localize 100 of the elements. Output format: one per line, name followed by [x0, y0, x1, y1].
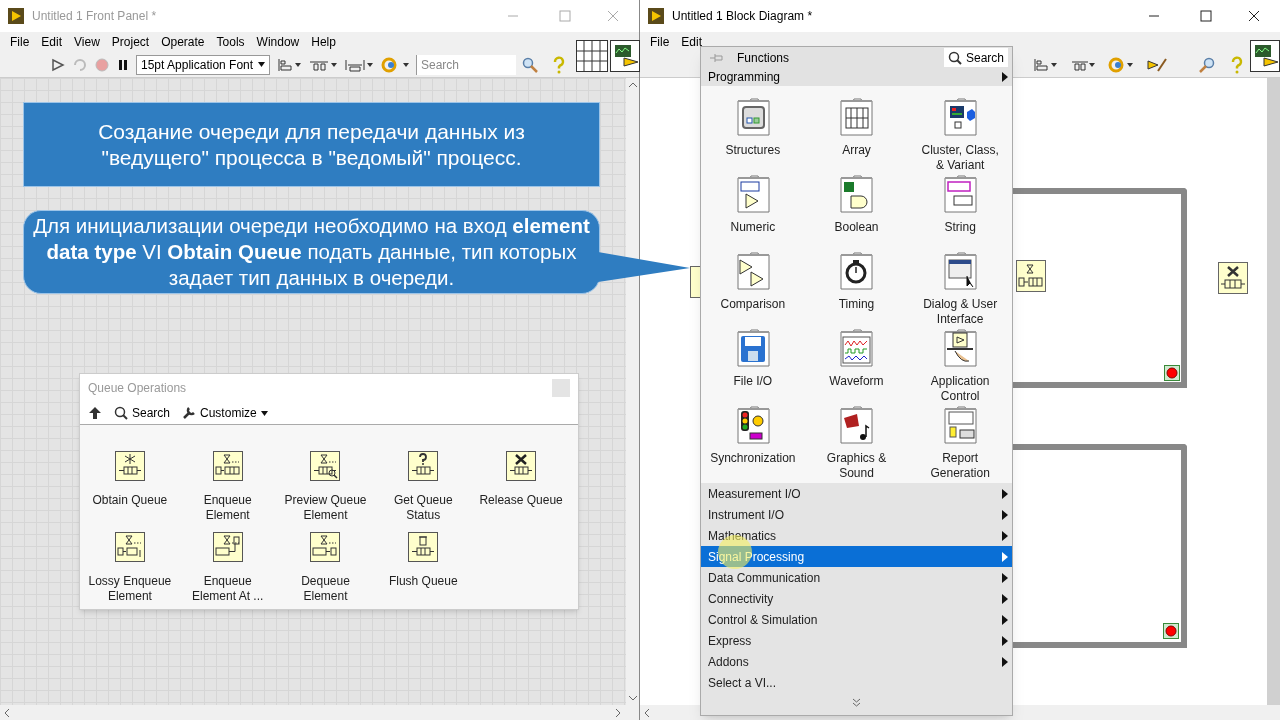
- caret-icon: [260, 409, 268, 416]
- palette-item-label[interactable]: Graphics & Sound: [812, 451, 901, 481]
- menu-item[interactable]: View: [68, 33, 106, 51]
- palette-title: Functions: [737, 49, 790, 67]
- scroll-right-icon[interactable]: [615, 708, 621, 717]
- caret-icon: [258, 62, 265, 67]
- dialog-window-icon[interactable]: [941, 252, 980, 290]
- double-chevron-down-icon[interactable]: [852, 698, 861, 707]
- connector-pane-icon[interactable]: [576, 40, 608, 72]
- hourglass-magnifier-icon[interactable]: [310, 451, 341, 481]
- palette-item-label[interactable]: Numeric: [708, 220, 797, 235]
- reorder-icon[interactable]: [380, 56, 410, 73]
- scroll-up-icon[interactable]: [628, 82, 637, 88]
- palette-menu-item[interactable]: Express: [701, 630, 1012, 651]
- menu-item[interactable]: Help: [305, 33, 342, 51]
- cross-queue-icon[interactable]: [506, 451, 537, 481]
- font-dropdown[interactable]: 15pt Application Font: [136, 54, 270, 75]
- stop-terminal-icon: [1164, 365, 1180, 381]
- category-header[interactable]: Programming: [701, 68, 1012, 86]
- music-note-icon[interactable]: [837, 406, 876, 444]
- hourglass-queue-icon[interactable]: [310, 532, 341, 562]
- window-title: Untitled 1 Front Panel *: [32, 8, 157, 25]
- palette-menu-item[interactable]: Instrument I/O: [701, 504, 1012, 525]
- palette-item-label[interactable]: Comparison: [708, 297, 797, 312]
- reorder-icon[interactable]: [1108, 56, 1134, 73]
- blocks-icon[interactable]: [941, 98, 980, 136]
- maximize-icon[interactable]: [1200, 10, 1212, 22]
- palette-item-label[interactable]: Flush Queue: [381, 574, 466, 589]
- stopwatch-icon[interactable]: [837, 252, 876, 290]
- palette-item-label[interactable]: Enqueue Element: [185, 493, 270, 523]
- menu-item[interactable]: Edit: [675, 33, 709, 51]
- palette-item-label[interactable]: Get Queue Status: [381, 493, 466, 523]
- menu-item[interactable]: File: [644, 33, 676, 51]
- scroll-left-icon[interactable]: [4, 708, 10, 717]
- run-arrow-icon[interactable]: [50, 56, 66, 73]
- menu-item[interactable]: File: [4, 33, 36, 51]
- vi-icon[interactable]: [610, 40, 640, 72]
- palette-item-label[interactable]: Dequeue Element: [283, 574, 368, 604]
- palette-title: Queue Operations: [88, 379, 187, 397]
- palette-item-label[interactable]: Boolean: [812, 220, 901, 235]
- palette-menu-item[interactable]: Addons: [701, 651, 1012, 672]
- search-icon[interactable]: [522, 56, 538, 73]
- palette-search-button[interactable]: Search: [943, 48, 1008, 67]
- palette-item-label[interactable]: Lossy Enqueue Element: [87, 574, 172, 604]
- palette-item-label[interactable]: Timing: [812, 297, 901, 312]
- window-title: Untitled 1 Block Diagram *: [672, 8, 813, 25]
- text-box-icon[interactable]: [941, 175, 980, 213]
- hourglass-queue-icon[interactable]: [212, 451, 243, 481]
- close-icon[interactable]: [1248, 10, 1260, 22]
- scrollbar-track[interactable]: [1267, 78, 1280, 705]
- search-icon: [114, 405, 128, 420]
- hourglass-queue-icon[interactable]: [114, 532, 145, 562]
- submenu-arrow-icon: [1002, 72, 1008, 82]
- palette-menu-item[interactable]: Connectivity: [701, 588, 1012, 609]
- menu-item[interactable]: Operate: [155, 33, 211, 51]
- app-logo-icon: [8, 8, 24, 24]
- palette-item-label[interactable]: Dialog & User Interface: [916, 297, 1005, 327]
- menu-item[interactable]: Tools: [210, 33, 251, 51]
- sparkle-queue-icon[interactable]: [114, 451, 145, 481]
- palette-item-label[interactable]: Synchronization: [708, 451, 797, 466]
- palette-item-label[interactable]: Preview Queue Element: [283, 493, 368, 523]
- menu-item[interactable]: Project: [105, 33, 156, 51]
- scroll-down-icon[interactable]: [628, 695, 637, 701]
- menu-item[interactable]: Window: [250, 33, 306, 51]
- scroll-left-icon[interactable]: [644, 708, 650, 717]
- trash-queue-icon[interactable]: [408, 532, 439, 562]
- printer-report-icon[interactable]: [941, 406, 980, 444]
- palette-item-label[interactable]: File I/O: [708, 374, 797, 389]
- up-arrow-icon[interactable]: [88, 405, 102, 420]
- search-field[interactable]: Search: [416, 54, 516, 75]
- hand-tray-icon[interactable]: [941, 329, 980, 367]
- palette-menu-item[interactable]: Measurement I/O: [701, 483, 1012, 504]
- customize-button[interactable]: Customize: [182, 403, 268, 422]
- palette-item-label[interactable]: Obtain Queue: [87, 493, 172, 508]
- menu-item[interactable]: Edit: [35, 33, 69, 51]
- grid-icon[interactable]: [837, 98, 876, 136]
- clean-up-icon[interactable]: [1146, 56, 1168, 73]
- palette-item-label[interactable]: Application Control: [916, 374, 1005, 404]
- palette-menu-item[interactable]: Mathematics: [701, 525, 1012, 546]
- pause-icon[interactable]: [116, 57, 130, 72]
- palette-search-button[interactable]: Search: [114, 403, 171, 422]
- waveform-icon[interactable]: [837, 329, 876, 367]
- palette-item-label[interactable]: String: [916, 220, 1005, 235]
- vi-icon[interactable]: [1250, 40, 1280, 72]
- hourglass-queue-icon[interactable]: [212, 532, 243, 562]
- question-queue-icon[interactable]: [408, 451, 439, 481]
- palette-item-label[interactable]: Enqueue Element At ...: [185, 574, 270, 604]
- palette-menu-item[interactable]: Data Communication: [701, 567, 1012, 588]
- palette-item-label[interactable]: Release Queue: [479, 493, 564, 508]
- palette-item-label[interactable]: Cluster, Class, & Variant: [916, 143, 1005, 173]
- palette-menu-item[interactable]: Select a VI...: [701, 672, 1012, 693]
- callout-box: Создание очереди для передачи данных из "ведущего" процесса в "ведомый" процесс.: [23, 102, 600, 187]
- palette-menu-item[interactable]: Control & Simulation: [701, 609, 1012, 630]
- palette-item-label[interactable]: Array: [812, 143, 901, 158]
- align-objects-icon[interactable]: [276, 56, 302, 73]
- palette-item-label[interactable]: Report Generation: [916, 451, 1005, 481]
- palette-item-label[interactable]: Waveform: [812, 374, 901, 389]
- align-objects-icon[interactable]: [1032, 56, 1058, 73]
- boolean-gate-icon[interactable]: [837, 175, 876, 213]
- palette-item-label[interactable]: Structures: [708, 143, 797, 158]
